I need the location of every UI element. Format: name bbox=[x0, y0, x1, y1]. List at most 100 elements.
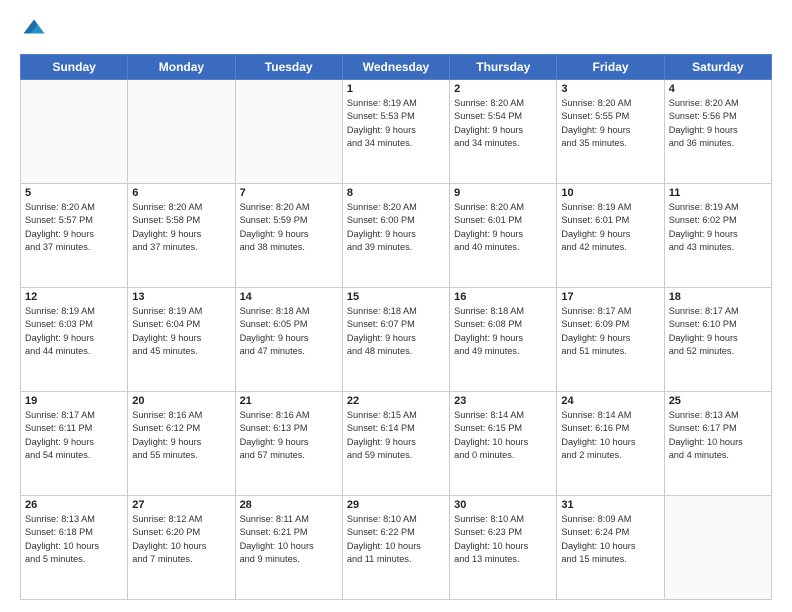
calendar-cell-24: 24 Sunrise: 8:14 AM Sunset: 6:16 PM Dayli… bbox=[557, 392, 664, 496]
calendar-cell-29: 29Sunrise: 8:10 AM Sunset: 6:22 PM Dayli… bbox=[342, 496, 449, 600]
day-info: Sunrise: 8:19 AM Sunset: 6:01 PM Dayligh… bbox=[561, 201, 659, 254]
day-info: Sunrise: 8:20 AM Sunset: 5:54 PM Dayligh… bbox=[454, 97, 552, 150]
calendar-cell-3: 3Sunrise: 8:20 AM Sunset: 5:55 PM Daylig… bbox=[557, 80, 664, 184]
calendar-cell-empty bbox=[664, 496, 771, 600]
calendar-cell-empty bbox=[21, 80, 128, 184]
day-info: Sunrise: 8:12 AM Sunset: 6:20 PM Dayligh… bbox=[132, 513, 230, 566]
calendar-cell-10: 10 Sunrise: 8:19 AM Sunset: 6:01 PM Dayli… bbox=[557, 184, 664, 288]
calendar-cell-5: 5 Sunrise: 8:20 AM Sunset: 5:57 PM Daylig… bbox=[21, 184, 128, 288]
header bbox=[20, 16, 772, 44]
calendar-cell-26: 26 Sunrise: 8:13 AM Sunset: 6:18 PM Dayli… bbox=[21, 496, 128, 600]
day-number: 15 bbox=[347, 291, 445, 303]
day-info: Sunrise: 8:16 AM Sunset: 6:12 PM Dayligh… bbox=[132, 409, 230, 462]
day-number: 28 bbox=[240, 499, 338, 511]
calendar-header-monday: Monday bbox=[128, 55, 235, 80]
day-number: 12 bbox=[25, 291, 123, 303]
calendar-cell-6: 6Sunrise: 8:20 AM Sunset: 5:58 PM Daylig… bbox=[128, 184, 235, 288]
day-info: Sunrise: 8:20 AM Sunset: 5:56 PM Dayligh… bbox=[669, 97, 767, 150]
day-number: 22 bbox=[347, 395, 445, 407]
day-number: 16 bbox=[454, 291, 552, 303]
calendar-cell-20: 20Sunrise: 8:16 AM Sunset: 6:12 PM Dayli… bbox=[128, 392, 235, 496]
day-info: Sunrise: 8:19 AM Sunset: 6:03 PM Dayligh… bbox=[25, 305, 123, 358]
calendar-header-sunday: Sunday bbox=[21, 55, 128, 80]
calendar-cell-12: 12 Sunrise: 8:19 AM Sunset: 6:03 PM Dayli… bbox=[21, 288, 128, 392]
calendar-cell-31: 31 Sunrise: 8:09 AM Sunset: 6:24 PM Dayli… bbox=[557, 496, 664, 600]
day-number: 27 bbox=[132, 499, 230, 511]
day-number: 10 bbox=[561, 187, 659, 199]
day-info: Sunrise: 8:20 AM Sunset: 5:58 PM Dayligh… bbox=[132, 201, 230, 254]
week-row-3: 19 Sunrise: 8:17 AM Sunset: 6:11 PM Dayli… bbox=[21, 392, 772, 496]
day-info: Sunrise: 8:20 AM Sunset: 5:55 PM Dayligh… bbox=[561, 97, 659, 150]
calendar-cell-19: 19 Sunrise: 8:17 AM Sunset: 6:11 PM Dayli… bbox=[21, 392, 128, 496]
calendar-cell-14: 14 Sunrise: 8:18 AM Sunset: 6:05 PM Dayli… bbox=[235, 288, 342, 392]
calendar-cell-8: 8 Sunrise: 8:20 AM Sunset: 6:00 PM Daylig… bbox=[342, 184, 449, 288]
calendar-cell-21: 21Sunrise: 8:16 AM Sunset: 6:13 PM Dayli… bbox=[235, 392, 342, 496]
day-number: 30 bbox=[454, 499, 552, 511]
day-info: Sunrise: 8:18 AM Sunset: 6:07 PM Dayligh… bbox=[347, 305, 445, 358]
day-number: 2 bbox=[454, 83, 552, 95]
day-number: 11 bbox=[669, 187, 767, 199]
day-info: Sunrise: 8:13 AM Sunset: 6:17 PM Dayligh… bbox=[669, 409, 767, 462]
day-info: Sunrise: 8:17 AM Sunset: 6:09 PM Dayligh… bbox=[561, 305, 659, 358]
day-number: 1 bbox=[347, 83, 445, 95]
logo-icon bbox=[20, 16, 48, 44]
day-info: Sunrise: 8:20 AM Sunset: 6:00 PM Dayligh… bbox=[347, 201, 445, 254]
calendar-cell-22: 22 Sunrise: 8:15 AM Sunset: 6:14 PM Dayli… bbox=[342, 392, 449, 496]
day-number: 26 bbox=[25, 499, 123, 511]
calendar-header-friday: Friday bbox=[557, 55, 664, 80]
day-info: Sunrise: 8:19 AM Sunset: 6:02 PM Dayligh… bbox=[669, 201, 767, 254]
day-number: 25 bbox=[669, 395, 767, 407]
week-row-1: 5 Sunrise: 8:20 AM Sunset: 5:57 PM Daylig… bbox=[21, 184, 772, 288]
day-info: Sunrise: 8:18 AM Sunset: 6:08 PM Dayligh… bbox=[454, 305, 552, 358]
day-number: 23 bbox=[454, 395, 552, 407]
logo bbox=[20, 16, 52, 44]
day-info: Sunrise: 8:10 AM Sunset: 6:22 PM Dayligh… bbox=[347, 513, 445, 566]
day-info: Sunrise: 8:18 AM Sunset: 6:05 PM Dayligh… bbox=[240, 305, 338, 358]
calendar-cell-7: 7Sunrise: 8:20 AM Sunset: 5:59 PM Daylig… bbox=[235, 184, 342, 288]
day-info: Sunrise: 8:19 AM Sunset: 5:53 PM Dayligh… bbox=[347, 97, 445, 150]
calendar-header-saturday: Saturday bbox=[664, 55, 771, 80]
calendar-cell-empty bbox=[235, 80, 342, 184]
calendar-cell-16: 16 Sunrise: 8:18 AM Sunset: 6:08 PM Dayli… bbox=[450, 288, 557, 392]
week-row-4: 26 Sunrise: 8:13 AM Sunset: 6:18 PM Dayli… bbox=[21, 496, 772, 600]
calendar-cell-30: 30 Sunrise: 8:10 AM Sunset: 6:23 PM Dayli… bbox=[450, 496, 557, 600]
calendar-cell-27: 27 Sunrise: 8:12 AM Sunset: 6:20 PM Dayli… bbox=[128, 496, 235, 600]
week-row-0: 1 Sunrise: 8:19 AM Sunset: 5:53 PM Daylig… bbox=[21, 80, 772, 184]
day-info: Sunrise: 8:16 AM Sunset: 6:13 PM Dayligh… bbox=[240, 409, 338, 462]
calendar-header-tuesday: Tuesday bbox=[235, 55, 342, 80]
calendar-cell-28: 28 Sunrise: 8:11 AM Sunset: 6:21 PM Dayli… bbox=[235, 496, 342, 600]
day-number: 17 bbox=[561, 291, 659, 303]
week-row-2: 12 Sunrise: 8:19 AM Sunset: 6:03 PM Dayli… bbox=[21, 288, 772, 392]
day-number: 5 bbox=[25, 187, 123, 199]
day-number: 4 bbox=[669, 83, 767, 95]
day-number: 24 bbox=[561, 395, 659, 407]
day-info: Sunrise: 8:17 AM Sunset: 6:10 PM Dayligh… bbox=[669, 305, 767, 358]
day-info: Sunrise: 8:15 AM Sunset: 6:14 PM Dayligh… bbox=[347, 409, 445, 462]
day-info: Sunrise: 8:20 AM Sunset: 5:57 PM Dayligh… bbox=[25, 201, 123, 254]
day-number: 31 bbox=[561, 499, 659, 511]
day-info: Sunrise: 8:20 AM Sunset: 6:01 PM Dayligh… bbox=[454, 201, 552, 254]
day-number: 8 bbox=[347, 187, 445, 199]
calendar-header-thursday: Thursday bbox=[450, 55, 557, 80]
day-number: 19 bbox=[25, 395, 123, 407]
day-info: Sunrise: 8:13 AM Sunset: 6:18 PM Dayligh… bbox=[25, 513, 123, 566]
day-number: 14 bbox=[240, 291, 338, 303]
day-info: Sunrise: 8:19 AM Sunset: 6:04 PM Dayligh… bbox=[132, 305, 230, 358]
calendar-cell-25: 25 Sunrise: 8:13 AM Sunset: 6:17 PM Dayli… bbox=[664, 392, 771, 496]
calendar-cell-18: 18 Sunrise: 8:17 AM Sunset: 6:10 PM Dayli… bbox=[664, 288, 771, 392]
calendar-header-row: SundayMondayTuesdayWednesdayThursdayFrid… bbox=[21, 55, 772, 80]
day-info: Sunrise: 8:10 AM Sunset: 6:23 PM Dayligh… bbox=[454, 513, 552, 566]
day-info: Sunrise: 8:17 AM Sunset: 6:11 PM Dayligh… bbox=[25, 409, 123, 462]
calendar-cell-15: 15 Sunrise: 8:18 AM Sunset: 6:07 PM Dayli… bbox=[342, 288, 449, 392]
calendar-cell-13: 13 Sunrise: 8:19 AM Sunset: 6:04 PM Dayli… bbox=[128, 288, 235, 392]
calendar-table: SundayMondayTuesdayWednesdayThursdayFrid… bbox=[20, 54, 772, 600]
calendar-cell-11: 11 Sunrise: 8:19 AM Sunset: 6:02 PM Dayli… bbox=[664, 184, 771, 288]
calendar-cell-23: 23Sunrise: 8:14 AM Sunset: 6:15 PM Dayli… bbox=[450, 392, 557, 496]
day-number: 13 bbox=[132, 291, 230, 303]
day-number: 18 bbox=[669, 291, 767, 303]
calendar-cell-2: 2 Sunrise: 8:20 AM Sunset: 5:54 PM Daylig… bbox=[450, 80, 557, 184]
day-info: Sunrise: 8:14 AM Sunset: 6:16 PM Dayligh… bbox=[561, 409, 659, 462]
day-info: Sunrise: 8:11 AM Sunset: 6:21 PM Dayligh… bbox=[240, 513, 338, 566]
day-info: Sunrise: 8:09 AM Sunset: 6:24 PM Dayligh… bbox=[561, 513, 659, 566]
calendar-cell-1: 1 Sunrise: 8:19 AM Sunset: 5:53 PM Daylig… bbox=[342, 80, 449, 184]
